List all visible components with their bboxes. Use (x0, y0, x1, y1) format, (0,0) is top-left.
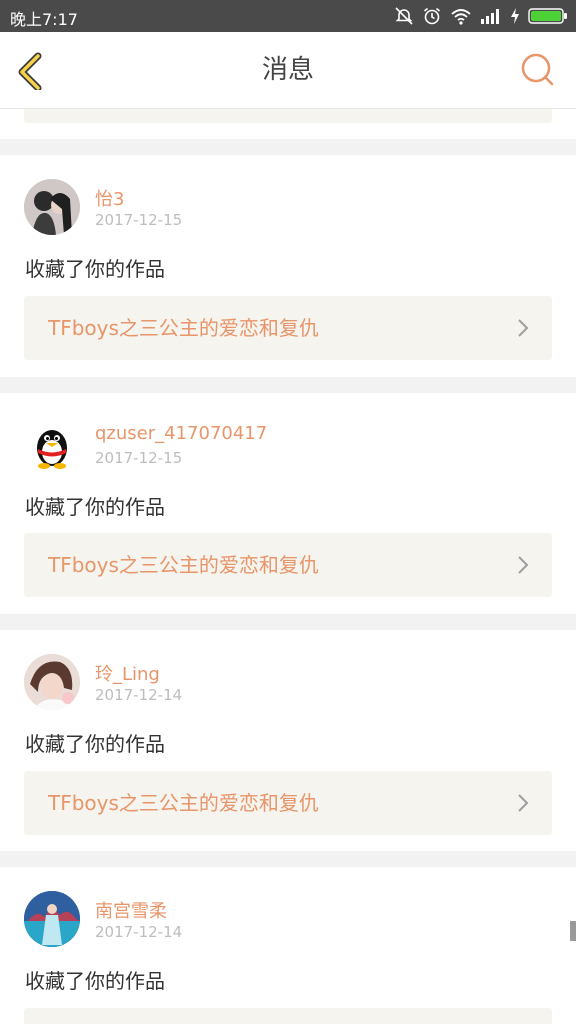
status-bar: 晚上7:17 (0, 0, 576, 32)
username[interactable]: qzuser_417070417 (95, 423, 267, 444)
date: 2017-12-15 (95, 211, 183, 229)
search-button[interactable] (520, 52, 556, 88)
list-item: qzuser_417070417 2017-12-15 收藏了你的作品 TFbo… (0, 393, 576, 614)
work-title: TFboys之三公主的爱恋和复仇 (48, 316, 319, 340)
list-item: 玲_Ling 2017-12-14 收藏了你的作品 TFboys之三公主的爱恋和… (0, 630, 576, 851)
work-link-partial[interactable] (24, 109, 552, 123)
nav-bar: 消息 (0, 32, 576, 109)
username[interactable]: 南宫雪柔 (95, 897, 167, 923)
search-icon (521, 53, 554, 86)
action-text: 收藏了你的作品 (25, 732, 165, 756)
work-link[interactable]: TFboys之三公主的爱恋和复仇 (24, 296, 552, 360)
do-not-disturb-icon (394, 6, 414, 26)
list-item-partial (0, 109, 576, 139)
work-link[interactable] (24, 1008, 552, 1024)
action-text: 收藏了你的作品 (25, 257, 165, 281)
message-list[interactable]: 怡3 2017-12-15 收藏了你的作品 TFboys之三公主的爱恋和复仇 q… (0, 109, 576, 1024)
page-title: 消息 (261, 55, 314, 85)
date: 2017-12-14 (95, 686, 183, 704)
chevron-right-icon (518, 319, 529, 337)
work-title: TFboys之三公主的爱恋和复仇 (48, 553, 319, 577)
username[interactable]: 玲_Ling (95, 660, 160, 686)
date: 2017-12-15 (95, 449, 183, 467)
avatar[interactable] (24, 179, 80, 235)
scrollbar[interactable] (570, 921, 576, 941)
avatar[interactable] (24, 891, 80, 947)
wifi-icon (450, 6, 472, 26)
avatar[interactable] (24, 416, 80, 472)
action-text: 收藏了你的作品 (25, 495, 165, 519)
list-item: 怡3 2017-12-15 收藏了你的作品 TFboys之三公主的爱恋和复仇 (0, 155, 576, 377)
alarm-icon (422, 6, 442, 26)
avatar[interactable] (24, 654, 80, 710)
chevron-right-icon (518, 794, 529, 812)
action-text: 收藏了你的作品 (25, 969, 165, 993)
work-link[interactable]: TFboys之三公主的爱恋和复仇 (24, 533, 552, 597)
chevron-right-icon (518, 556, 529, 574)
work-link[interactable]: TFboys之三公主的爱恋和复仇 (24, 771, 552, 835)
status-icons (394, 6, 568, 26)
charging-icon (510, 7, 520, 25)
date: 2017-12-14 (95, 923, 183, 941)
status-time: 晚上7:17 (10, 10, 78, 29)
username[interactable]: 怡3 (95, 185, 124, 211)
signal-icon (480, 7, 502, 25)
list-item: 南宫雪柔 2017-12-14 收藏了你的作品 (0, 867, 576, 1024)
battery-icon (528, 7, 568, 25)
work-title: TFboys之三公主的爱恋和复仇 (48, 791, 319, 815)
